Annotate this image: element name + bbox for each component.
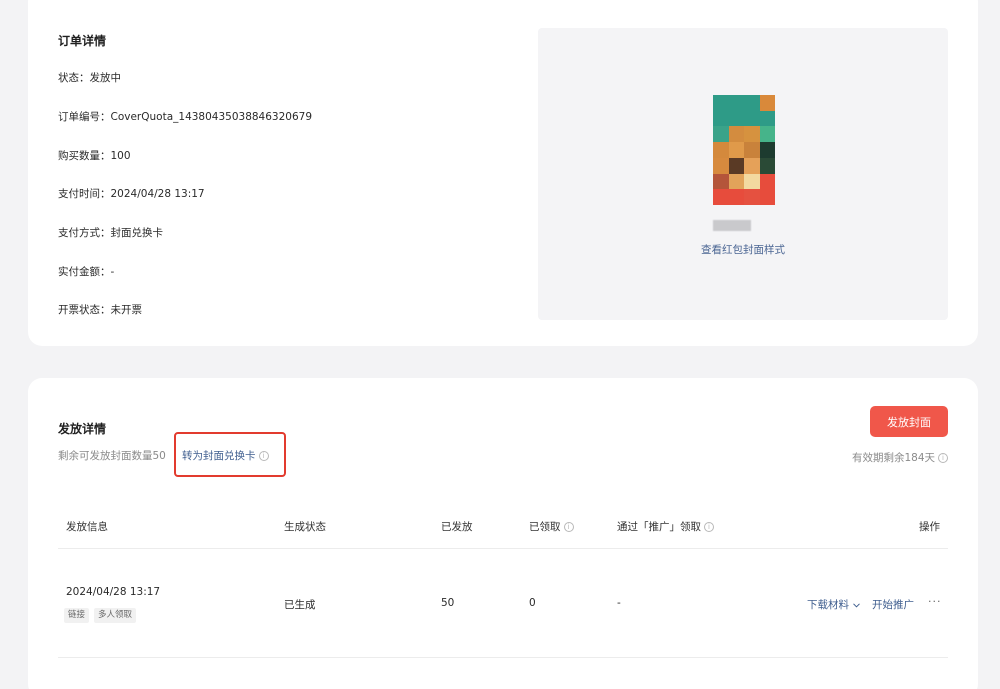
distribute-cover-button[interactable]: 发放封面	[870, 406, 948, 437]
order-number-value: CoverQuota_14380435038846320679	[110, 111, 313, 123]
paid-amount-label: 实付金额：	[58, 266, 111, 278]
pay-method-field: 支付方式：封面兑换卡	[58, 225, 163, 240]
pay-method-label: 支付方式：	[58, 227, 111, 239]
order-number-field: 订单编号：CoverQuota_14380435038846320679	[58, 109, 312, 124]
validity-text: 有效期剩余184天 i	[852, 450, 948, 465]
quantity-value: 100	[110, 150, 131, 162]
pay-time-value: 2024/04/28 13:17	[110, 188, 205, 200]
invoice-status-value: 未开票	[110, 304, 143, 316]
header-actions: 操作	[919, 521, 940, 533]
info-icon[interactable]: i	[258, 451, 269, 461]
row-status: 已生成	[284, 599, 316, 611]
pay-time-field: 支付时间：2024/04/28 13:17	[58, 186, 205, 201]
header-claimed-label: 已领取	[529, 521, 561, 533]
claimed-info-icon[interactable]: i	[563, 522, 574, 532]
cover-preview-image[interactable]	[713, 95, 775, 205]
download-materials-link[interactable]: 下载材料	[807, 597, 861, 612]
quantity-field: 购买数量：100	[58, 148, 131, 163]
status-field: 状态：发放中	[58, 70, 121, 85]
header-divider	[58, 548, 948, 549]
convert-to-card-label[interactable]: 转为封面兑换卡	[182, 450, 256, 462]
row-via-promotion: -	[617, 597, 621, 609]
quantity-label: 购买数量：	[58, 150, 111, 162]
row-time: 2024/04/28 13:17	[66, 586, 161, 598]
header-distribution-info: 发放信息	[66, 521, 108, 533]
header-generation-status: 生成状态	[284, 521, 326, 533]
row-claimed: 0	[529, 597, 536, 609]
cover-preview-panel: 查看红包封面样式	[538, 28, 948, 320]
tag-multi-claim: 多人领取	[94, 608, 137, 623]
convert-to-card-link[interactable]: 转为封面兑换卡 i	[182, 448, 269, 463]
header-via-promotion: 通过「推广」领取 i	[617, 519, 714, 534]
invoice-status-label: 开票状态：	[58, 304, 111, 316]
row-issued: 50	[441, 597, 455, 609]
header-issued: 已发放	[441, 521, 473, 533]
order-detail-card: 订单详情 状态：发放中 订单编号：CoverQuota_143804350388…	[28, 0, 978, 346]
paid-amount-value: -	[110, 266, 115, 278]
row-divider	[58, 657, 948, 658]
cover-name-placeholder	[713, 220, 751, 231]
download-materials-label[interactable]: 下载材料	[807, 599, 849, 611]
header-claimed: 已领取 i	[529, 519, 574, 534]
invoice-status-field: 开票状态：未开票	[58, 302, 142, 317]
distribution-detail-title: 发放详情	[58, 422, 107, 436]
header-via-promotion-label: 通过「推广」领取	[617, 521, 701, 533]
status-value: 发放中	[89, 72, 122, 84]
order-detail-title: 订单详情	[58, 34, 107, 48]
promotion-info-icon[interactable]: i	[704, 522, 714, 532]
tag-link: 链接	[64, 608, 90, 623]
view-cover-style-link[interactable]: 查看红包封面样式	[538, 242, 948, 257]
status-label: 状态：	[58, 72, 90, 84]
more-options-icon[interactable]: ···	[928, 595, 942, 608]
validity-info-icon[interactable]: i	[938, 453, 948, 463]
remaining-count-text: 剩余可发放封面数量50	[58, 450, 166, 462]
chevron-down-icon[interactable]	[853, 602, 861, 608]
paid-amount-field: 实付金额：-	[58, 264, 114, 279]
distribution-detail-card: 发放详情 剩余可发放封面数量50 转为封面兑换卡 i 发放封面 有效期剩余184天…	[28, 378, 978, 689]
pay-time-label: 支付时间：	[58, 188, 111, 200]
start-promotion-link[interactable]: 开始推广	[872, 597, 914, 612]
order-number-label: 订单编号：	[58, 111, 111, 123]
validity-label: 有效期剩余184天	[851, 452, 935, 464]
pay-method-value: 封面兑换卡	[110, 227, 164, 239]
